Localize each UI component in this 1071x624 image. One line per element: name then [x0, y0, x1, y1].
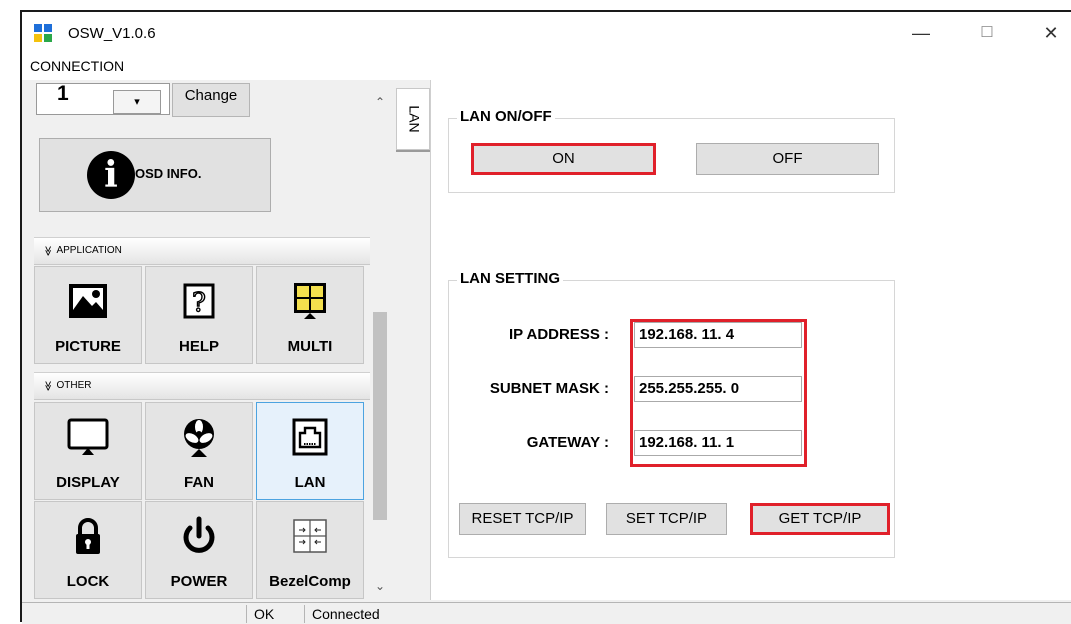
tile-label: MULTI [287, 338, 333, 355]
lan-onoff-group: LAN ON/OFF ON OFF [448, 108, 895, 193]
display-icon [67, 418, 109, 455]
lan-onoff-title: LAN ON/OFF [457, 108, 555, 125]
subnet-mask-label: SUBNET MASK : [489, 380, 609, 397]
minimize-button[interactable]: — [906, 20, 936, 46]
tile-lan[interactable]: LAN [256, 402, 364, 500]
tile-power[interactable]: POWER [145, 501, 253, 599]
tile-label: FAN [184, 474, 214, 491]
spinner-dropdown-button[interactable]: ▾ [113, 90, 161, 114]
tile-label: BezelComp [269, 573, 351, 590]
status-ok: OK [254, 606, 275, 622]
lan-icon [292, 418, 328, 456]
tile-lock[interactable]: LOCK [34, 501, 142, 599]
scroll-thumb[interactable] [373, 312, 387, 520]
close-button[interactable]: ✕ [1036, 20, 1066, 46]
multi-icon [294, 283, 326, 319]
gateway-label: GATEWAY : [526, 434, 609, 451]
tile-display[interactable]: DISPLAY [34, 402, 142, 500]
help-icon: ? [183, 283, 215, 319]
maximize-button[interactable]: ☐ [972, 20, 1002, 46]
tab-divider [396, 150, 430, 152]
status-separator [304, 605, 305, 623]
section-label: APPLICATION [56, 245, 122, 256]
gateway-field[interactable]: 192.168. 11. 1 [634, 430, 802, 456]
osd-info-button[interactable]: i OSD INFO. [39, 138, 271, 212]
lan-on-button[interactable]: ON [471, 143, 656, 175]
tile-bezelcomp[interactable]: BezelComp [256, 501, 364, 599]
lan-off-button[interactable]: OFF [696, 143, 879, 175]
left-scrollbar[interactable]: ⌃ ⌄ [370, 80, 390, 600]
scroll-up-icon[interactable]: ⌃ [370, 92, 390, 112]
lan-setting-group: LAN SETTING IP ADDRESS : 192.168. 11. 4 … [448, 270, 895, 558]
get-tcpip-button[interactable]: GET TCP/IP [750, 503, 890, 535]
menu-connection[interactable]: CONNECTION [30, 58, 124, 74]
tab-lan[interactable]: LAN [396, 88, 430, 150]
tile-label: DISPLAY [56, 474, 120, 491]
tile-label: LAN [294, 474, 326, 491]
tile-label: PICTURE [55, 338, 121, 355]
reset-tcpip-button[interactable]: RESET TCP/IP [459, 503, 586, 535]
window-title: OSW_V1.0.6 [68, 25, 156, 42]
tab-strip: LAN [396, 80, 430, 600]
tile-multi[interactable]: MULTI [256, 266, 364, 364]
app-window: OSW_V1.0.6 — ☐ ✕ CONNECTION 1 ▾ Change i… [20, 10, 1071, 624]
subnet-mask-field[interactable]: 255.255.255. 0 [634, 376, 802, 402]
app-logo-icon [34, 24, 52, 42]
title-bar: OSW_V1.0.6 — ☐ ✕ [22, 12, 1071, 54]
section-header-other[interactable]: ≫ OTHER [34, 372, 370, 400]
ip-address-field[interactable]: 192.168. 11. 4 [634, 322, 802, 348]
menu-bar: CONNECTION [22, 54, 1071, 80]
set-tcpip-button[interactable]: SET TCP/IP [606, 503, 727, 535]
power-icon [183, 516, 215, 553]
tile-picture[interactable]: PICTURE [34, 266, 142, 364]
section-header-application[interactable]: ≫ APPLICATION [34, 237, 370, 265]
svg-text:?: ? [192, 288, 206, 318]
picture-icon [69, 284, 107, 318]
status-bar: OK Connected [22, 602, 1071, 624]
ip-address-label: IP ADDRESS : [508, 326, 609, 343]
change-button[interactable]: Change [172, 83, 250, 117]
status-separator [246, 605, 247, 623]
left-panel: 1 ▾ Change i OSD INFO. ≫ APPLICATION PICT… [22, 80, 374, 600]
spinner-value: 1 [57, 82, 69, 105]
osd-info-label: OSD INFO. [135, 166, 202, 181]
bezel-icon [293, 519, 327, 553]
tile-label: HELP [178, 338, 219, 355]
tile-label: LOCK [66, 573, 110, 590]
fan-icon [184, 419, 214, 457]
tile-label: POWER [170, 573, 228, 590]
info-icon: i [87, 151, 135, 199]
scroll-down-icon[interactable]: ⌄ [370, 576, 390, 596]
section-label: OTHER [56, 380, 92, 391]
tab-lan-label: LAN [406, 105, 423, 133]
collapse-chevron-icon: ≫ [42, 380, 54, 392]
id-spinner[interactable]: 1 ▾ [36, 82, 170, 115]
status-connection: Connected [312, 606, 380, 622]
tile-help[interactable]: ? HELP [145, 266, 253, 364]
lan-setting-title: LAN SETTING [457, 270, 563, 287]
lock-icon [76, 518, 100, 554]
collapse-chevron-icon: ≫ [42, 245, 54, 257]
lan-content-panel: LAN ON/OFF ON OFF LAN SETTING IP ADDRESS… [430, 80, 1071, 600]
tile-fan[interactable]: FAN [145, 402, 253, 500]
